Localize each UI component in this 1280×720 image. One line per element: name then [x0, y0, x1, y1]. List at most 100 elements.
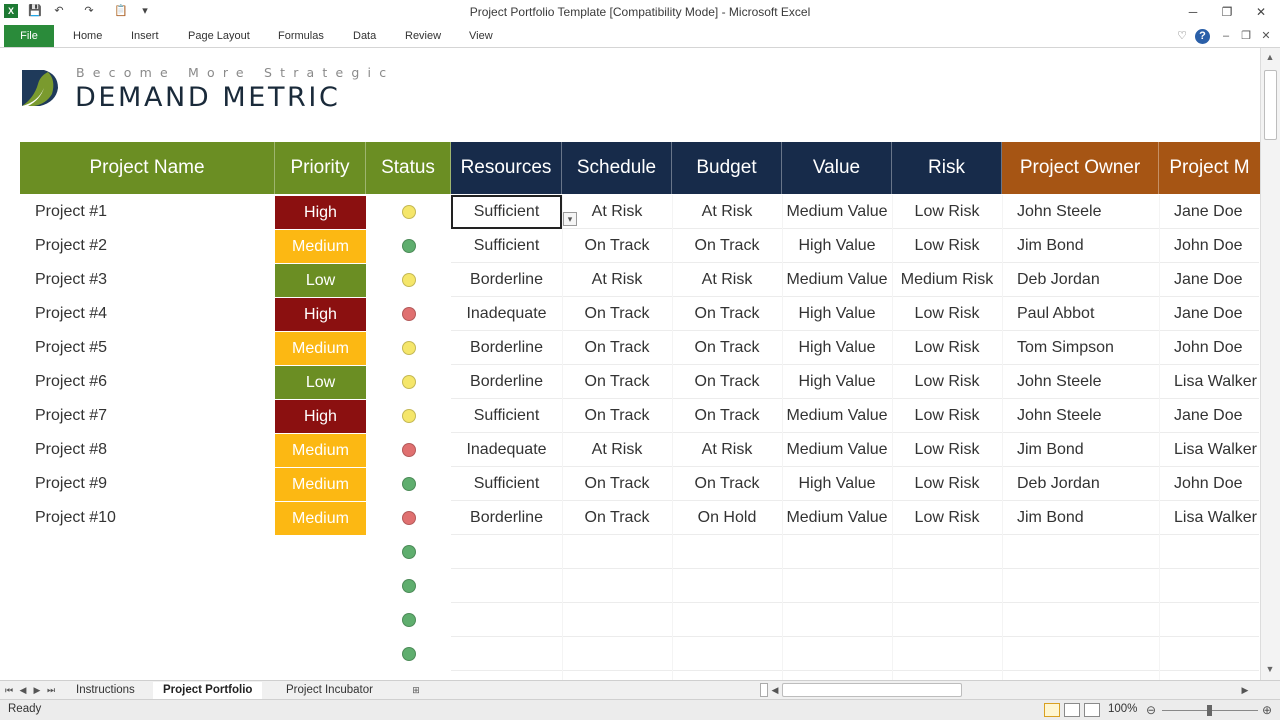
- tab-data[interactable]: Data: [353, 30, 376, 42]
- next-sheet-icon[interactable]: ▶: [32, 684, 42, 696]
- header-project-name[interactable]: Project Name: [20, 142, 275, 194]
- cell-value[interactable]: High Value: [782, 331, 892, 365]
- cell-manager[interactable]: John Doe: [1159, 331, 1260, 365]
- cell-priority[interactable]: High: [275, 297, 366, 331]
- cell-priority[interactable]: Medium: [275, 467, 366, 501]
- cell-budget[interactable]: On Hold: [672, 501, 782, 535]
- cell-budget[interactable]: At Risk: [672, 195, 782, 229]
- cell-name[interactable]: Project #5: [20, 331, 275, 365]
- cell-name[interactable]: Project #4: [20, 297, 275, 331]
- cell-owner[interactable]: Jim Bond: [1002, 501, 1159, 535]
- cell-owner[interactable]: John Steele: [1002, 195, 1159, 229]
- scroll-left-icon[interactable]: ◀: [770, 684, 780, 696]
- page-break-view-icon[interactable]: [1084, 703, 1100, 717]
- cell-schedule[interactable]: On Track: [562, 501, 672, 535]
- cell-budget[interactable]: On Track: [672, 365, 782, 399]
- scroll-right-icon[interactable]: ▶: [1240, 684, 1250, 696]
- cell-risk[interactable]: Medium Risk: [892, 263, 1002, 297]
- cell-budget[interactable]: On Track: [672, 331, 782, 365]
- tab-review[interactable]: Review: [405, 30, 441, 42]
- cell-priority[interactable]: Medium: [275, 501, 366, 535]
- tab-page-layout[interactable]: Page Layout: [188, 30, 250, 42]
- help-icon[interactable]: ?: [1195, 29, 1210, 44]
- cell-resources[interactable]: Inadequate: [451, 297, 562, 331]
- normal-view-icon[interactable]: [1044, 703, 1060, 717]
- cell-value[interactable]: High Value: [782, 229, 892, 263]
- cell-resources[interactable]: Borderline: [451, 331, 562, 365]
- cell-budget[interactable]: On Track: [672, 399, 782, 433]
- cell-name[interactable]: Project #6: [20, 365, 275, 399]
- cell-resources[interactable]: Sufficient: [451, 195, 562, 229]
- cell-value[interactable]: Medium Value: [782, 433, 892, 467]
- cell-owner[interactable]: Deb Jordan: [1002, 467, 1159, 501]
- cell-name[interactable]: Project #10: [20, 501, 275, 535]
- cell-budget[interactable]: On Track: [672, 229, 782, 263]
- cell-schedule[interactable]: At Risk: [562, 433, 672, 467]
- cell-resources[interactable]: Borderline: [451, 263, 562, 297]
- cell-resources[interactable]: Sufficient: [451, 399, 562, 433]
- cell-owner[interactable]: John Steele: [1002, 399, 1159, 433]
- cell-name[interactable]: Project #1: [20, 195, 275, 229]
- cell-value[interactable]: High Value: [782, 467, 892, 501]
- scroll-down-icon[interactable]: ▼: [1263, 664, 1277, 674]
- cell-manager[interactable]: Jane Doe: [1159, 297, 1260, 331]
- cell-manager[interactable]: Jane Doe: [1159, 195, 1260, 229]
- cell-schedule[interactable]: On Track: [562, 467, 672, 501]
- minimize-button[interactable]: ─: [1180, 3, 1206, 21]
- workbook-close-icon[interactable]: ✕: [1258, 28, 1274, 44]
- cell-risk[interactable]: Low Risk: [892, 433, 1002, 467]
- header-project-manager[interactable]: Project M: [1159, 142, 1260, 194]
- zoom-level[interactable]: 100%: [1108, 703, 1137, 715]
- cell-value[interactable]: Medium Value: [782, 399, 892, 433]
- horizontal-scroll-thumb[interactable]: [782, 683, 962, 697]
- cell-name[interactable]: Project #9: [20, 467, 275, 501]
- tab-insert[interactable]: Insert: [131, 30, 159, 42]
- cell-risk[interactable]: Low Risk: [892, 229, 1002, 263]
- cell-priority[interactable]: Medium: [275, 229, 366, 263]
- cell-schedule[interactable]: On Track: [562, 297, 672, 331]
- cell-owner[interactable]: Jim Bond: [1002, 229, 1159, 263]
- tab-view[interactable]: View: [469, 30, 493, 42]
- cell-schedule[interactable]: On Track: [562, 229, 672, 263]
- restore-button[interactable]: ❐: [1214, 3, 1240, 21]
- cell-owner[interactable]: Tom Simpson: [1002, 331, 1159, 365]
- cell-manager[interactable]: Lisa Walker: [1159, 501, 1260, 535]
- cell-owner[interactable]: Jim Bond: [1002, 433, 1159, 467]
- zoom-slider-handle[interactable]: [1207, 705, 1212, 716]
- first-sheet-icon[interactable]: ⏮: [4, 684, 14, 696]
- prev-sheet-icon[interactable]: ◀: [18, 684, 28, 696]
- cell-risk[interactable]: Low Risk: [892, 195, 1002, 229]
- header-resources[interactable]: Resources: [451, 142, 562, 194]
- cell-name[interactable]: Project #7: [20, 399, 275, 433]
- cell-manager[interactable]: Lisa Walker: [1159, 433, 1260, 467]
- cell-schedule[interactable]: On Track: [562, 331, 672, 365]
- cell-manager[interactable]: Lisa Walker: [1159, 365, 1260, 399]
- cell-risk[interactable]: Low Risk: [892, 501, 1002, 535]
- sheet-tab-project-portfolio[interactable]: Project Portfolio: [153, 682, 263, 699]
- header-project-owner[interactable]: Project Owner: [1002, 142, 1159, 194]
- header-schedule[interactable]: Schedule: [562, 142, 672, 194]
- sheet-tab-project-incubator[interactable]: Project Incubator: [276, 682, 383, 699]
- cell-name[interactable]: Project #3: [20, 263, 275, 297]
- cell-manager[interactable]: John Doe: [1159, 229, 1260, 263]
- tab-home[interactable]: Home: [73, 30, 102, 42]
- vertical-scroll-thumb[interactable]: [1264, 70, 1277, 140]
- cell-priority[interactable]: Low: [275, 263, 366, 297]
- cell-dropdown-arrow-icon[interactable]: ▾: [563, 212, 577, 226]
- cell-schedule[interactable]: At Risk: [562, 263, 672, 297]
- cell-value[interactable]: Medium Value: [782, 195, 892, 229]
- cell-priority[interactable]: High: [275, 399, 366, 433]
- header-budget[interactable]: Budget: [672, 142, 782, 194]
- cell-manager[interactable]: Jane Doe: [1159, 263, 1260, 297]
- workbook-restore-icon[interactable]: ❐: [1238, 28, 1254, 44]
- header-priority[interactable]: Priority: [275, 142, 366, 194]
- cell-resources[interactable]: Inadequate: [451, 433, 562, 467]
- cell-priority[interactable]: Low: [275, 365, 366, 399]
- header-risk[interactable]: Risk: [892, 142, 1002, 194]
- cell-budget[interactable]: At Risk: [672, 263, 782, 297]
- cell-resources[interactable]: Borderline: [451, 365, 562, 399]
- cell-risk[interactable]: Low Risk: [892, 297, 1002, 331]
- cell-schedule[interactable]: At Risk: [562, 195, 672, 229]
- cell-resources[interactable]: Borderline: [451, 501, 562, 535]
- cell-resources[interactable]: Sufficient: [451, 467, 562, 501]
